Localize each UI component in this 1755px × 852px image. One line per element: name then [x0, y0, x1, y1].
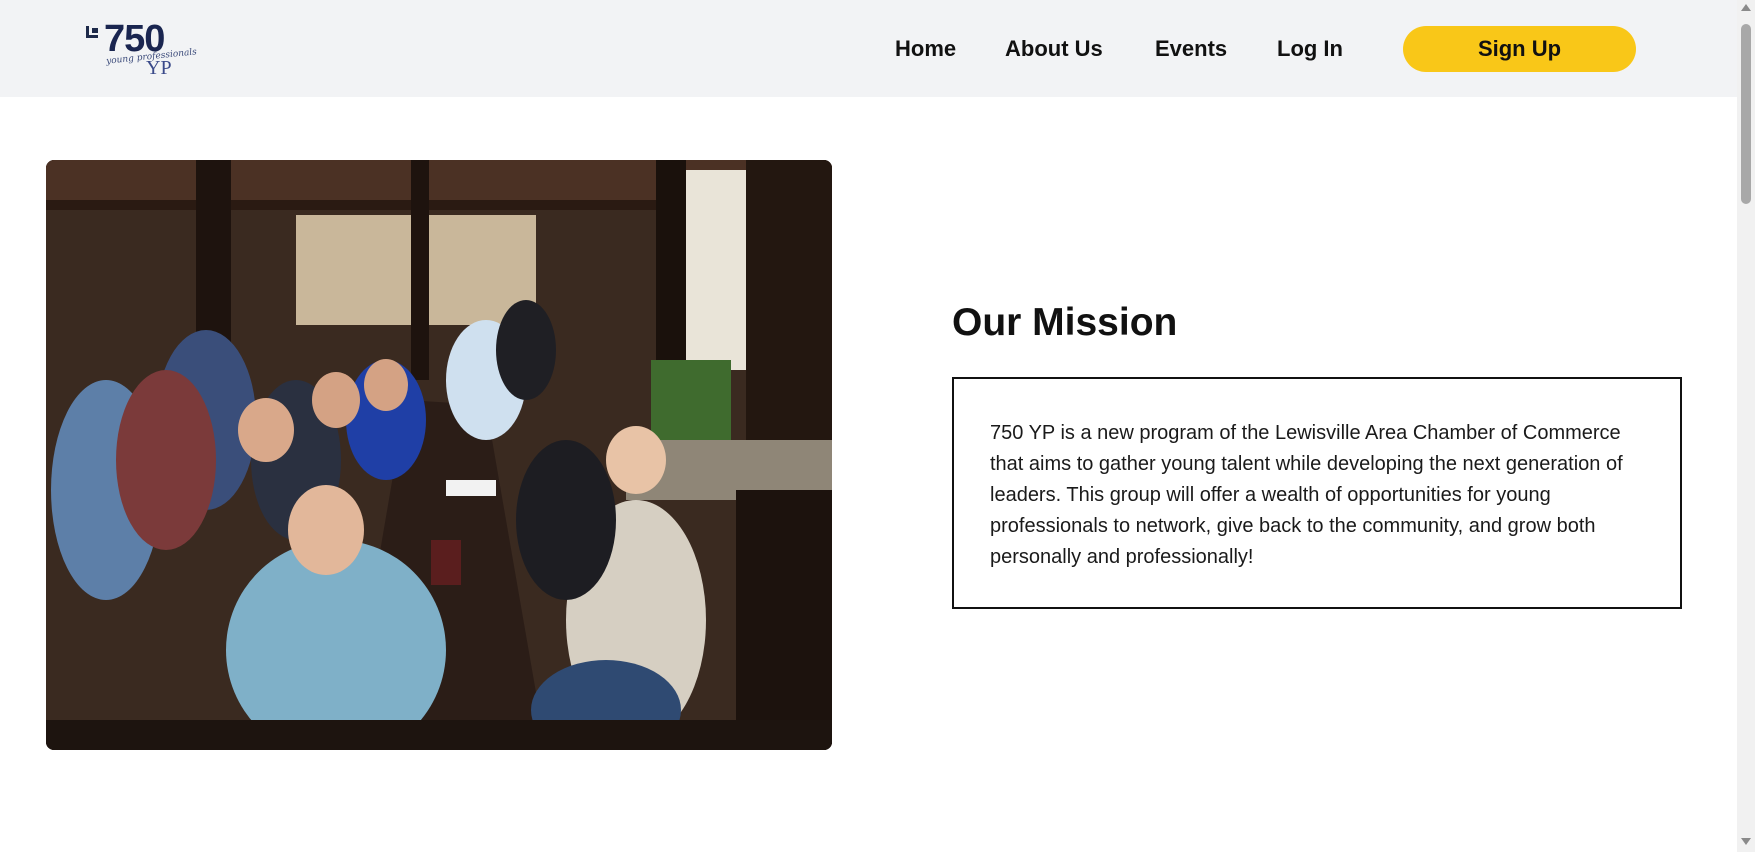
scroll-up-arrow-icon[interactable]	[1741, 4, 1751, 11]
group-photo	[46, 160, 832, 750]
750-yp-logo[interactable]: 750 young professionals YP	[86, 20, 197, 80]
group-photo-image	[46, 160, 832, 750]
mission-box: 750 YP is a new program of the Lewisvill…	[952, 377, 1682, 609]
logo-mark-icon	[86, 26, 100, 38]
top-navigation-bar: 750 young professionals YP Home About Us…	[0, 0, 1737, 97]
vertical-scrollbar[interactable]	[1737, 0, 1755, 852]
scroll-down-arrow-icon[interactable]	[1741, 838, 1751, 845]
scrollbar-thumb[interactable]	[1741, 24, 1751, 204]
nav-link-log-in[interactable]: Log In	[1277, 36, 1343, 62]
nav-link-home[interactable]: Home	[895, 36, 956, 62]
mission-title: Our Mission	[952, 301, 1178, 344]
nav-link-about-us[interactable]: About Us	[1005, 36, 1103, 62]
nav-link-events[interactable]: Events	[1155, 36, 1227, 62]
mission-body: 750 YP is a new program of the Lewisvill…	[990, 422, 1623, 568]
sign-up-button[interactable]: Sign Up	[1403, 26, 1636, 72]
logo-suffix: YP	[146, 57, 172, 79]
